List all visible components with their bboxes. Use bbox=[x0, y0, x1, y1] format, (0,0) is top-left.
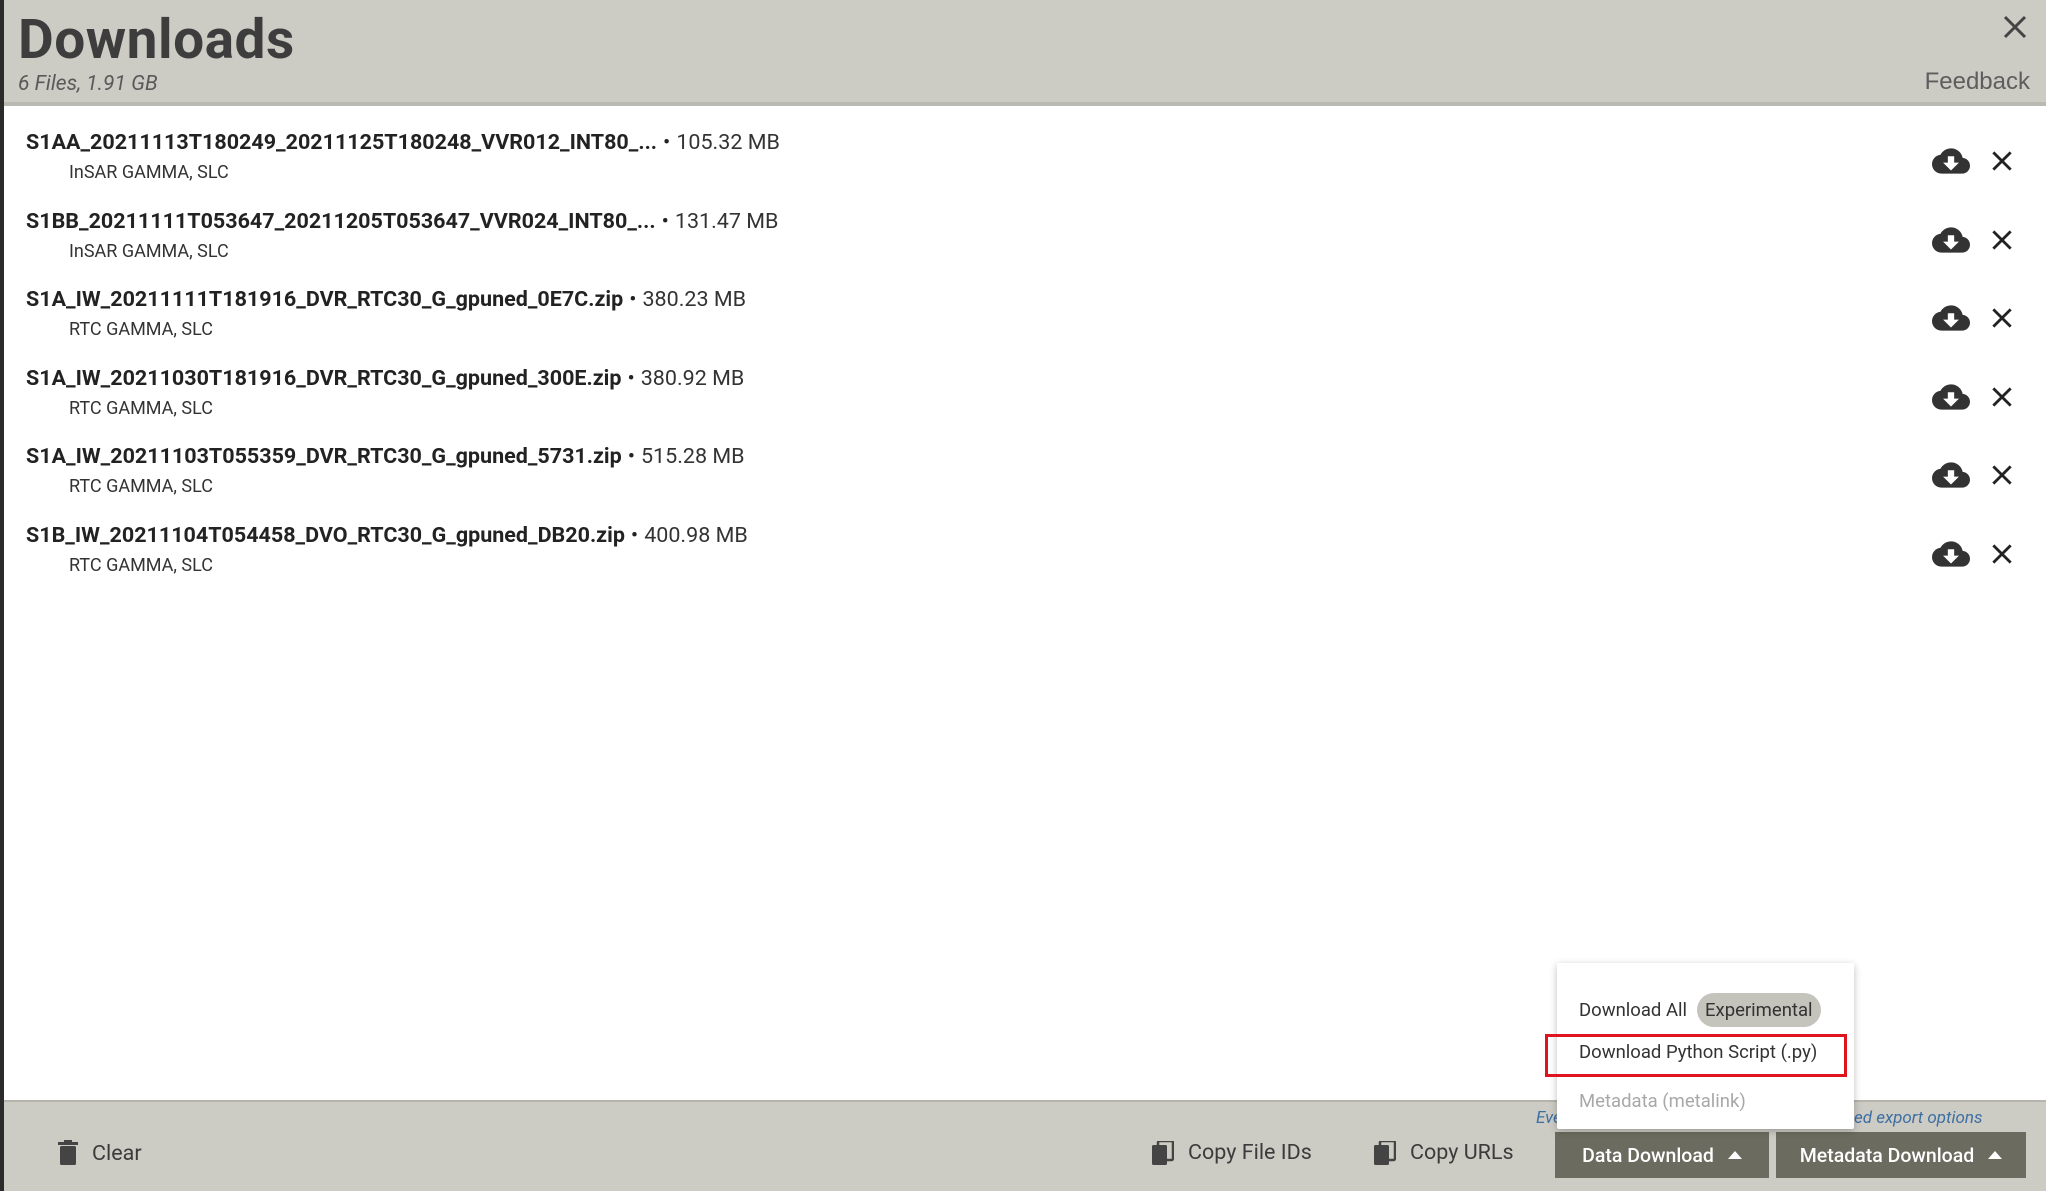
file-name: S1A_IW_20211103T055359_DVR_RTC30_G_gpune… bbox=[26, 444, 622, 469]
file-type: RTC GAMMA, SLC bbox=[69, 476, 213, 497]
close-icon[interactable] bbox=[1989, 541, 2015, 567]
cloud-download-icon[interactable] bbox=[1932, 456, 1970, 494]
close-icon[interactable] bbox=[1989, 384, 2015, 410]
feedback-button[interactable]: Feedback bbox=[1925, 68, 2030, 96]
file-name: S1B_IW_20211104T054458_DVO_RTC30_G_gpune… bbox=[26, 522, 625, 548]
file-row: S1BB_20211111T053647_20211205T053647_VVR… bbox=[4, 197, 2046, 276]
metadata-metalink-item[interactable]: Metadata (metalink) bbox=[1579, 1090, 1746, 1112]
file-name: S1BB_20211111T053647_20211205T053647_VVR… bbox=[26, 208, 656, 234]
separator: • bbox=[629, 287, 637, 312]
close-icon[interactable] bbox=[1989, 462, 2015, 488]
copy-file-ids-label: Copy File IDs bbox=[1188, 1140, 1312, 1165]
file-type: RTC GAMMA, SLC bbox=[69, 554, 213, 576]
page-title: Downloads bbox=[18, 8, 295, 72]
file-row: S1A_IW_20211111T181916_DVR_RTC30_G_gpune… bbox=[4, 275, 2046, 354]
caret-up-icon bbox=[1727, 1151, 1742, 1159]
file-size: 380.92 MB bbox=[640, 365, 745, 391]
copy-file-ids-button[interactable]: Copy File IDs bbox=[1152, 1140, 1312, 1165]
metadata-download-button[interactable]: Metadata Download bbox=[1776, 1132, 2026, 1178]
file-size: 400.98 MB bbox=[644, 522, 748, 548]
separator: • bbox=[627, 444, 635, 469]
file-name: S1AA_20211113T180249_20211125T180248_VVR… bbox=[26, 130, 658, 155]
clear-button[interactable]: Clear bbox=[58, 1140, 142, 1166]
file-type: RTC GAMMA, SLC bbox=[69, 397, 213, 419]
close-icon[interactable] bbox=[1989, 227, 2015, 253]
file-title: S1AA_20211113T180249_20211125T180248_VVR… bbox=[26, 130, 780, 155]
file-size: 131.47 MB bbox=[674, 208, 779, 234]
download-all-label: Download All bbox=[1579, 999, 1688, 1021]
file-summary: 6 Files, 1.91 GB bbox=[18, 72, 158, 96]
copy-icon bbox=[1152, 1140, 1174, 1165]
cloud-download-icon[interactable] bbox=[1932, 378, 1970, 416]
cloud-download-icon[interactable] bbox=[1932, 142, 1970, 180]
separator: • bbox=[627, 365, 635, 391]
file-row: S1A_IW_20211030T181916_DVR_RTC30_G_gpune… bbox=[4, 354, 2046, 433]
clear-label: Clear bbox=[92, 1140, 142, 1166]
caret-up-icon bbox=[1988, 1151, 2003, 1159]
file-list: S1AA_20211113T180249_20211125T180248_VVR… bbox=[4, 118, 2046, 589]
close-icon[interactable] bbox=[2000, 12, 2030, 42]
file-title: S1A_IW_20211030T181916_DVR_RTC30_G_gpune… bbox=[26, 366, 744, 391]
trash-icon bbox=[58, 1140, 78, 1165]
separator: • bbox=[630, 522, 639, 548]
download-all-item[interactable]: Download All Experimental bbox=[1579, 993, 1821, 1027]
dialog-header: Downloads 6 Files, 1.91 GB Feedback bbox=[4, 0, 2046, 106]
file-name: S1A_IW_20211030T181916_DVR_RTC30_G_gpune… bbox=[26, 365, 622, 391]
data-download-label: Data Download bbox=[1582, 1143, 1714, 1167]
file-type: InSAR GAMMA, SLC bbox=[69, 162, 229, 183]
copy-urls-label: Copy URLs bbox=[1410, 1140, 1514, 1165]
file-row: S1AA_20211113T180249_20211125T180248_VVR… bbox=[4, 118, 2046, 197]
metadata-download-label: Metadata Download bbox=[1799, 1143, 1975, 1167]
copy-icon bbox=[1374, 1140, 1396, 1165]
file-title: S1A_IW_20211103T055359_DVR_RTC30_G_gpune… bbox=[26, 444, 745, 469]
file-type: RTC GAMMA, SLC bbox=[69, 319, 213, 340]
downloads-dialog: Downloads 6 Files, 1.91 GB Feedback S1AA… bbox=[4, 0, 2046, 1191]
data-download-button[interactable]: Data Download bbox=[1555, 1132, 1769, 1178]
file-row: S1B_IW_20211104T054458_DVO_RTC30_G_gpune… bbox=[4, 511, 2046, 590]
file-size: 105.32 MB bbox=[676, 130, 780, 155]
file-size: 380.23 MB bbox=[642, 287, 747, 312]
highlight-box bbox=[1545, 1034, 1847, 1077]
separator: • bbox=[661, 208, 669, 234]
file-title: S1BB_20211111T053647_20211205T053647_VVR… bbox=[26, 209, 778, 234]
file-title: S1B_IW_20211104T054458_DVO_RTC30_G_gpune… bbox=[26, 523, 748, 548]
close-icon[interactable] bbox=[1989, 305, 2015, 331]
separator: • bbox=[663, 130, 671, 155]
close-icon[interactable] bbox=[1989, 148, 2015, 174]
experimental-badge: Experimental bbox=[1697, 993, 1821, 1027]
cloud-download-icon[interactable] bbox=[1932, 221, 1970, 259]
file-size: 515.28 MB bbox=[640, 444, 745, 469]
cloud-download-icon[interactable] bbox=[1932, 535, 1970, 573]
cloud-download-icon[interactable] bbox=[1932, 299, 1970, 337]
copy-urls-button[interactable]: Copy URLs bbox=[1374, 1140, 1514, 1165]
file-type: InSAR GAMMA, SLC bbox=[69, 240, 229, 262]
file-row: S1A_IW_20211103T055359_DVR_RTC30_G_gpune… bbox=[4, 432, 2046, 511]
file-name: S1A_IW_20211111T181916_DVR_RTC30_G_gpune… bbox=[26, 287, 624, 312]
export-hint-right[interactable]: ed export options bbox=[1854, 1108, 1982, 1128]
file-title: S1A_IW_20211111T181916_DVR_RTC30_G_gpune… bbox=[26, 287, 746, 312]
